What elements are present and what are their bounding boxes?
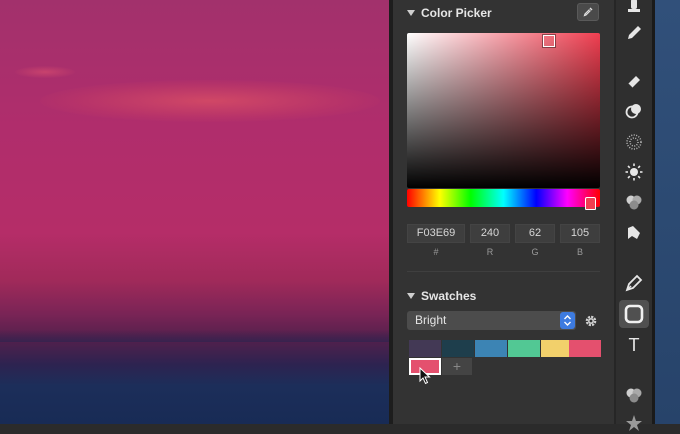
shape-icon[interactable] [623, 303, 645, 325]
red-input[interactable]: 240 [470, 224, 510, 243]
swatch-3[interactable] [508, 340, 540, 357]
stamp-icon[interactable] [623, 0, 645, 18]
blue-input[interactable]: 105 [560, 224, 600, 243]
blue-label: B [576, 247, 583, 257]
pencil-icon[interactable] [623, 22, 645, 44]
blend-icon[interactable] [623, 100, 645, 122]
smudge-icon[interactable] [623, 222, 645, 244]
hex-input[interactable]: F03E69 [407, 224, 465, 243]
sv-handle[interactable] [543, 35, 555, 47]
collapse-triangle-icon[interactable] [407, 293, 415, 299]
swatches-title: Swatches [421, 289, 477, 303]
blob-icon[interactable] [623, 191, 645, 213]
green-input[interactable]: 62 [515, 224, 555, 243]
image-canvas[interactable] [0, 0, 389, 424]
text-icon[interactable]: T [623, 334, 645, 356]
swatch-set-select[interactable]: Bright [407, 311, 576, 330]
collapse-triangle-icon[interactable] [407, 10, 415, 16]
tool-sidebar: T [616, 0, 652, 431]
grain-icon[interactable] [623, 131, 645, 153]
gear-icon[interactable] [584, 314, 598, 328]
swatch-5[interactable] [569, 340, 601, 357]
swatch-2[interactable] [475, 340, 507, 357]
red-label: R [486, 247, 494, 257]
cloud-highlight [40, 80, 380, 122]
star-icon[interactable] [623, 412, 645, 434]
mouse-cursor-icon [419, 367, 431, 385]
horizon-line [0, 330, 389, 342]
swatch-0[interactable] [409, 340, 441, 357]
layers-icon[interactable] [623, 384, 645, 406]
hex-label: # [433, 247, 439, 257]
eraser-icon[interactable] [623, 70, 645, 92]
hue-slider-handle[interactable] [585, 197, 596, 210]
color-picker-title: Color Picker [421, 6, 492, 20]
saturation-value-field[interactable] [407, 33, 600, 188]
swatch-set-label: Bright [415, 313, 447, 327]
hue-slider[interactable] [407, 189, 600, 207]
green-label: G [531, 247, 539, 257]
pen-icon[interactable] [623, 272, 645, 294]
section-separator [407, 271, 600, 272]
swatch-1[interactable] [442, 340, 474, 357]
eyedropper-icon [583, 7, 593, 17]
cloud-highlight [15, 66, 75, 78]
eyedropper-button[interactable] [577, 3, 599, 21]
light-icon[interactable] [623, 161, 645, 183]
add-swatch-button[interactable]: + [442, 358, 472, 375]
strip-edge [652, 0, 655, 424]
background-canvas-strip [652, 0, 680, 424]
select-arrows-icon[interactable] [560, 312, 575, 329]
